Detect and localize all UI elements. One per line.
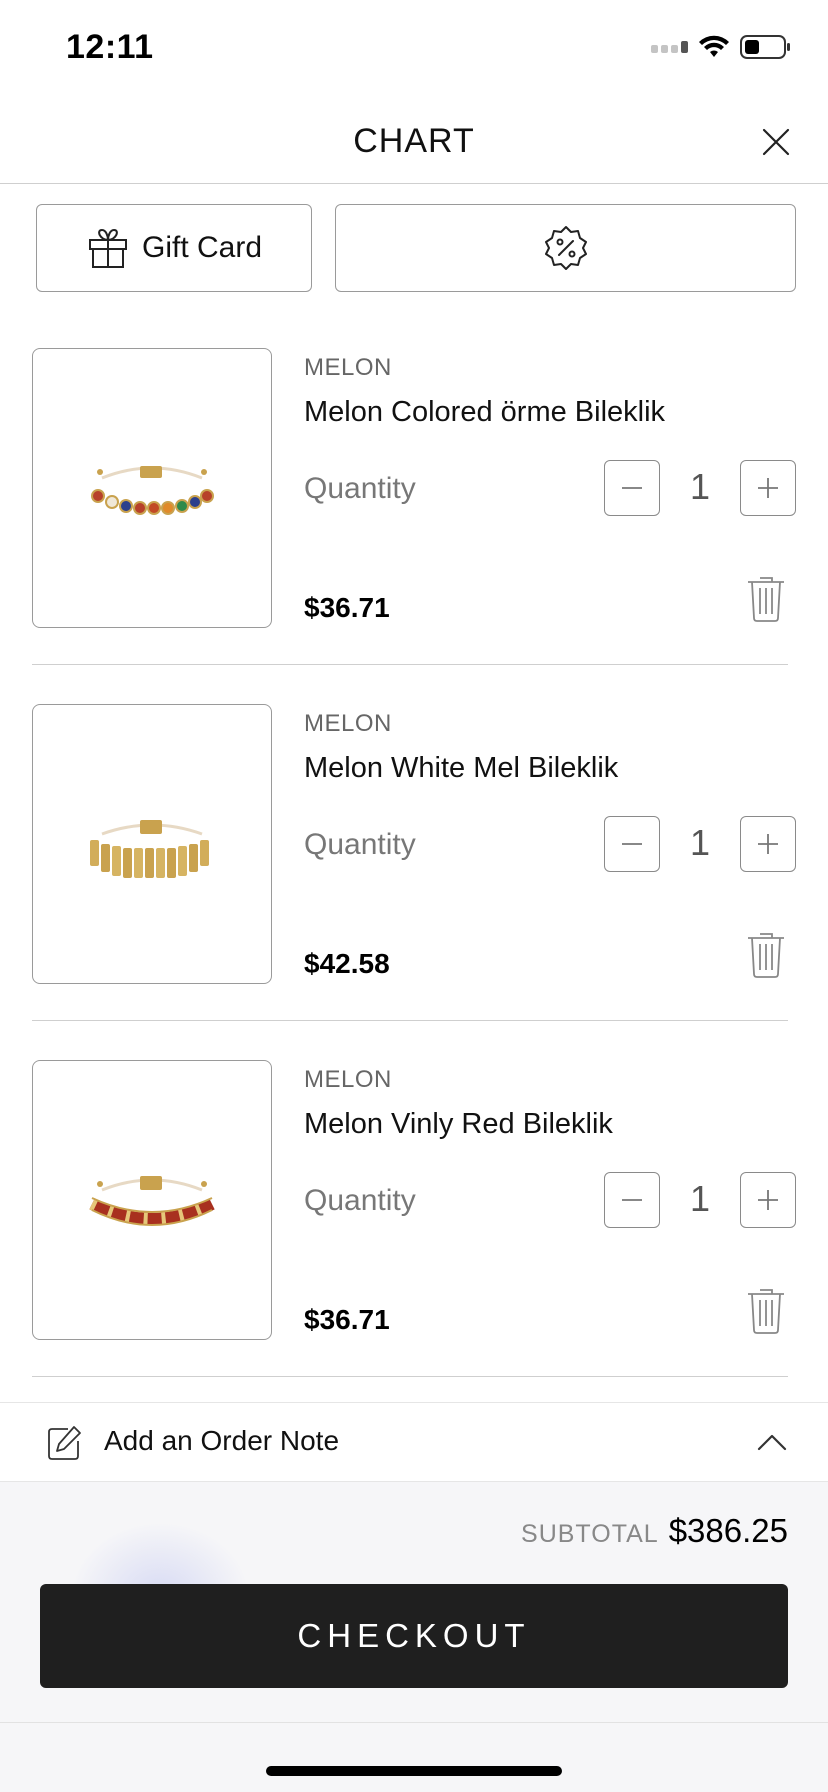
quantity-value: 1 <box>689 466 711 507</box>
product-brand: MELON <box>304 354 392 381</box>
product-name[interactable]: Melon Vinly Red Bileklik <box>304 1108 613 1141</box>
checkout-summary: SUBTOTAL $386.25 CHECKOUT <box>0 1482 828 1792</box>
product-brand: MELON <box>304 710 392 737</box>
item-divider <box>32 1020 788 1021</box>
checkout-button[interactable]: CHECKOUT <box>40 1584 788 1688</box>
status-icons <box>651 34 792 60</box>
product-price: $36.71 <box>304 592 390 623</box>
quantity-decrease-button[interactable] <box>604 1172 660 1228</box>
footer-divider <box>0 1722 828 1723</box>
product-name[interactable]: Melon Colored örme Bileklik <box>304 396 665 429</box>
gift-card-label: Gift Card <box>141 231 263 264</box>
status-time: 12:11 <box>66 28 154 66</box>
quantity-increase-button[interactable] <box>740 460 796 516</box>
battery-icon <box>740 35 790 59</box>
product-image[interactable] <box>32 348 272 628</box>
product-brand: MELON <box>304 1066 392 1093</box>
product-image[interactable] <box>32 1060 272 1340</box>
plus-icon <box>758 834 778 854</box>
home-indicator[interactable] <box>266 1766 562 1776</box>
product-price: $36.71 <box>304 1304 390 1335</box>
trash-icon <box>748 1289 784 1334</box>
minus-icon <box>622 843 642 845</box>
item-divider <box>32 664 788 665</box>
bracelet-image <box>89 1176 215 1226</box>
plus-icon <box>758 1190 778 1210</box>
trash-icon <box>748 933 784 978</box>
plus-icon <box>758 478 778 498</box>
close-button[interactable] <box>754 120 798 164</box>
quantity-decrease-button[interactable] <box>604 460 660 516</box>
product-name[interactable]: Melon White Mel Bileklik <box>304 752 618 785</box>
close-icon <box>762 128 790 156</box>
quantity-increase-button[interactable] <box>740 816 796 872</box>
signal-icon <box>651 41 688 53</box>
chevron-up-icon[interactable] <box>756 1429 788 1455</box>
minus-icon <box>622 1199 642 1201</box>
remove-item-button[interactable] <box>744 930 788 980</box>
remove-item-button[interactable] <box>744 574 788 624</box>
gift-icon <box>88 228 127 268</box>
gift-card-button[interactable]: Gift Card <box>36 204 312 292</box>
page-title: CHART <box>353 122 475 160</box>
cart-item: MELON Melon White Mel Bileklik Quantity … <box>0 704 828 1060</box>
wifi-icon <box>699 35 729 57</box>
bracelet-image <box>90 820 209 878</box>
item-divider <box>32 1376 788 1377</box>
cart-header: CHART <box>0 100 828 184</box>
trash-icon <box>748 577 784 622</box>
quantity-increase-button[interactable] <box>740 1172 796 1228</box>
remove-item-button[interactable] <box>744 1286 788 1336</box>
product-image[interactable] <box>32 704 272 984</box>
minus-icon <box>622 487 642 489</box>
quantity-label: Quantity <box>304 472 416 505</box>
subtotal-label: SUBTOTAL <box>521 1520 659 1548</box>
bracelet-image <box>91 466 214 515</box>
quantity-value: 1 <box>689 1178 711 1219</box>
quantity-label: Quantity <box>304 828 416 861</box>
discount-icon <box>544 226 587 270</box>
quantity-decrease-button[interactable] <box>604 816 660 872</box>
coupon-button[interactable] <box>335 204 796 292</box>
quantity-value: 1 <box>689 822 711 863</box>
product-price: $42.58 <box>304 948 390 979</box>
subtotal-value: $386.25 <box>668 1512 788 1549</box>
cart-item: MELON Melon Colored örme Bileklik Quanti… <box>0 348 828 704</box>
order-note-label: Add an Order Note <box>104 1425 340 1456</box>
subtotal-row: SUBTOTAL $386.25 <box>521 1512 788 1550</box>
status-bar: 12:11 <box>0 0 828 100</box>
order-note-row[interactable]: Add an Order Note <box>0 1402 828 1482</box>
quantity-label: Quantity <box>304 1184 416 1217</box>
cart-item: MELON Melon Vinly Red Bileklik Quantity … <box>0 1060 828 1416</box>
edit-note-icon <box>48 1426 81 1460</box>
